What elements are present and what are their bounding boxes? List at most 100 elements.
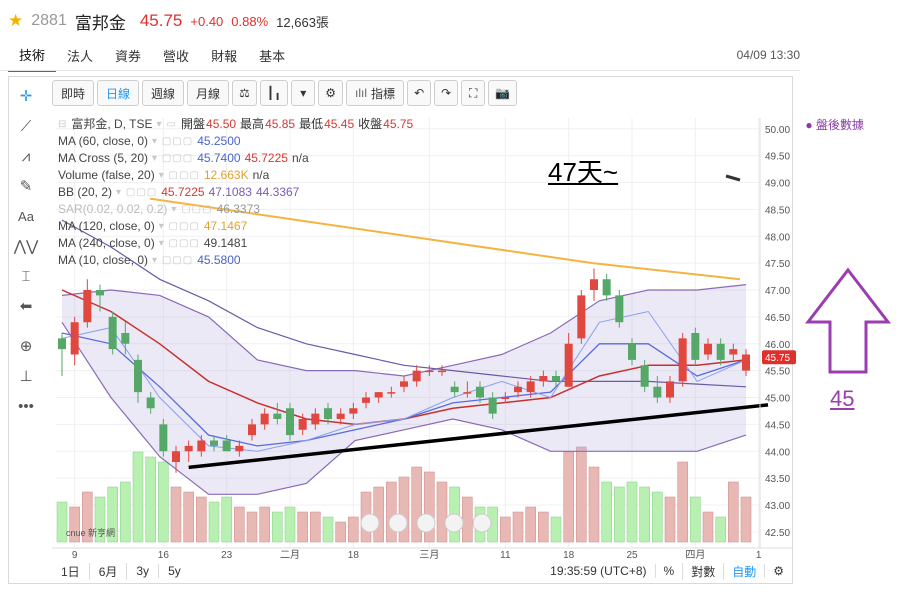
time-tick-label: 18 xyxy=(348,550,360,561)
pattern-tool-icon[interactable]: ⋀⋁ xyxy=(14,234,39,258)
candle-body xyxy=(298,419,307,430)
range-1d[interactable]: 1日 xyxy=(52,562,90,580)
interval-realtime-button[interactable]: 即時 xyxy=(52,80,95,106)
legend-controls-icon[interactable]: ▾ ▢▢▢ xyxy=(159,235,200,252)
candle-body xyxy=(197,440,206,452)
percent-scale-toggle[interactable]: % xyxy=(654,564,683,578)
range-3y[interactable]: 3y xyxy=(127,564,160,578)
legend-controls-icon[interactable]: ▾ ▢▢▢ xyxy=(159,218,200,235)
candle-body xyxy=(476,386,484,398)
time-axis: 9 16 23 二月 18 三月 11 18 25 四月 1 xyxy=(52,547,792,561)
legend-controls-icon[interactable]: ▾ ▢▢▢ xyxy=(152,150,193,167)
text-tool-icon[interactable]: Aa xyxy=(14,204,38,228)
legend-controls-icon[interactable]: ▾ ▢▢▢ xyxy=(152,252,193,269)
volume-bar xyxy=(196,496,207,543)
candle-body xyxy=(235,445,244,452)
chart-toolbar: 即時 日線 週線 月線 ⚖ ┃╻ ▾ ⚙ ılıl 指標 ↶ ↷ ⛶ 📷 xyxy=(52,80,518,108)
time-tick-label: 23 xyxy=(221,550,233,561)
legend-indicator-value: 47.1083 xyxy=(208,185,252,199)
settings-gear-icon[interactable]: ⚙ xyxy=(318,80,344,106)
volume-bar xyxy=(588,466,600,543)
price-tick-label: 47.50 xyxy=(765,259,790,270)
candle-body xyxy=(552,376,560,382)
chevron-down-icon[interactable]: ▾ xyxy=(157,116,163,133)
settings-gear-icon[interactable]: ⚙ xyxy=(764,564,792,578)
price-tick-label: 47.00 xyxy=(765,286,790,297)
legend-indicator-value: 46.3373 xyxy=(216,202,260,216)
brush-tool-icon[interactable]: ✎ xyxy=(14,174,38,198)
legend-row[interactable]: MA (60, close, 0) ▾ ▢▢▢ 45.2500 xyxy=(58,133,417,150)
legend-indicator-rows: MA (60, close, 0) ▾ ▢▢▢ 45.2500 MA Cross (5… xyxy=(58,133,417,269)
volume-bar xyxy=(398,476,410,543)
pitchfork-tool-icon[interactable]: ⩘ xyxy=(14,144,38,168)
legend-indicator-name: MA (10, close, 0) xyxy=(58,253,149,267)
legend-row[interactable]: BB (20, 2) ▾ ▢▢▢ 45.7225 47.1083 44.3367 xyxy=(58,184,417,201)
arrow-left-icon[interactable]: ⬅ xyxy=(14,294,38,318)
volume-bar xyxy=(563,451,574,543)
candle-body xyxy=(108,316,117,350)
candle-body xyxy=(387,392,396,394)
legend-indicator-name: MA Cross (5, 20) xyxy=(58,151,149,165)
range-5y[interactable]: 5y xyxy=(159,564,190,578)
legend-indicator-value: 45.7225 xyxy=(244,151,288,165)
legend-row[interactable]: Volume (false, 20) ▾ ▢▢▢ 12.663K n/a xyxy=(58,167,417,184)
interval-daily-button[interactable]: 日線 xyxy=(97,80,140,106)
time-tick-label: 16 xyxy=(158,550,170,561)
zoom-in-icon[interactable]: ⊕ xyxy=(14,334,38,358)
collapse-icon[interactable]: ⊟ xyxy=(58,116,67,133)
volume-bar xyxy=(664,496,676,543)
candle-body xyxy=(70,322,79,355)
legend-row[interactable]: SAR(0.02, 0.02, 0.2) ▾ ▢▢▢ 46.3373 xyxy=(58,201,417,218)
chevron-down-icon[interactable]: ▾ xyxy=(291,80,316,106)
legend-controls-icon[interactable]: ▾ ▢▢▢ xyxy=(159,167,200,184)
candle-style-icon[interactable]: ┃╻ xyxy=(259,80,289,106)
price-tick-label: 44.00 xyxy=(765,447,790,458)
ruler-icon[interactable]: ⊥ xyxy=(14,364,38,388)
log-scale-toggle[interactable]: 對數 xyxy=(682,562,723,580)
candle-body xyxy=(628,343,636,360)
camera-icon[interactable]: 📷 xyxy=(488,80,518,106)
volume-bar xyxy=(702,511,714,543)
candle-body xyxy=(704,343,712,355)
legend-indicator-value: 49.1481 xyxy=(203,236,248,250)
annotation-target: 45 xyxy=(830,386,855,411)
candle-body xyxy=(222,440,231,452)
time-tick-label: 三月 xyxy=(419,549,439,561)
volume-bar xyxy=(132,451,144,543)
legend-row[interactable]: MA Cross (5, 20) ▾ ▢▢▢ 45.7400 45.7225 n/a xyxy=(58,150,417,167)
more-icon[interactable]: ••• xyxy=(14,394,38,418)
indicators-button[interactable]: ılıl 指標 xyxy=(346,80,405,106)
crosshair-icon[interactable]: ✛ xyxy=(14,84,38,108)
auto-scale-toggle[interactable]: 自動 xyxy=(723,562,764,580)
candle-body xyxy=(450,386,459,393)
range-6m[interactable]: 6月 xyxy=(90,562,128,580)
legend-indicator-value: 45.7225 xyxy=(161,185,205,199)
up-arrow-annotation xyxy=(804,267,892,374)
eye-icon[interactable]: ▭ xyxy=(167,116,177,133)
measure-tool-icon[interactable]: ⌶ xyxy=(14,264,38,288)
legend-indicator-value: 45.5800 xyxy=(197,253,241,267)
interval-weekly-button[interactable]: 週線 xyxy=(142,80,185,106)
volume-bar xyxy=(221,496,232,543)
legend-row[interactable]: MA (10, close, 0) ▾ ▢▢▢ 45.5800 xyxy=(58,252,417,269)
after-hours-link[interactable]: ● 盤後數據 xyxy=(805,116,864,133)
legend-indicator-name: MA (60, close, 0) xyxy=(58,134,149,148)
zoom-control-button xyxy=(416,513,436,533)
compare-scale-icon[interactable]: ⚖ xyxy=(232,80,257,106)
undo-icon[interactable]: ↶ xyxy=(407,80,432,106)
zoom-control-button xyxy=(388,513,408,533)
legend-row[interactable]: MA (240, close, 0) ▾ ▢▢▢ 49.1481 xyxy=(58,235,417,252)
legend-indicator-value: n/a xyxy=(291,151,309,165)
price-axis: 50.00 49.50 49.00 48.50 48.00 47.50 47.00 46.50… xyxy=(759,118,796,548)
time-tick-label: 25 xyxy=(626,550,638,561)
fullscreen-icon[interactable]: ⛶ xyxy=(461,80,486,106)
legend-controls-icon[interactable]: ▾ ▢▢▢ xyxy=(171,201,212,218)
legend-controls-icon[interactable]: ▾ ▢▢▢ xyxy=(152,133,193,150)
interval-monthly-button[interactable]: 月線 xyxy=(187,80,230,106)
legend-row[interactable]: MA (120, close, 0) ▾ ▢▢▢ 47.1467 xyxy=(58,218,417,235)
redo-icon[interactable]: ↷ xyxy=(434,80,459,106)
candle-body xyxy=(184,445,193,452)
zoom-control-button xyxy=(444,513,464,533)
legend-controls-icon[interactable]: ▾ ▢▢▢ xyxy=(116,184,157,201)
trendline-tool-icon[interactable]: ⟋ xyxy=(14,114,38,138)
